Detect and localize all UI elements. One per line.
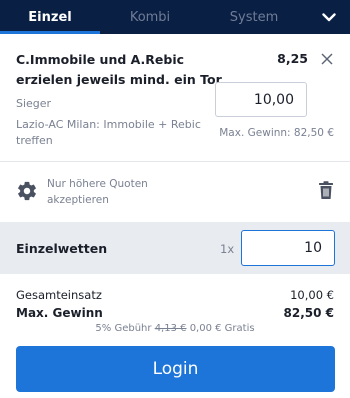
tab-system[interactable]: System bbox=[200, 0, 308, 34]
summary: Gesamteinsatz 10,00 € Max. Gewinn 82,50 … bbox=[0, 274, 350, 338]
close-icon[interactable] bbox=[320, 52, 334, 66]
tab-kombi[interactable]: Kombi bbox=[100, 0, 200, 34]
collapse-button[interactable] bbox=[308, 0, 350, 34]
bet-market: Sieger bbox=[16, 97, 52, 110]
fee-new-value: 0,00 € Gratis bbox=[189, 323, 255, 334]
bet-event: Lazio-AC Milan: Immobile + Rebic treffen bbox=[16, 118, 201, 147]
total-stake-value: 10,00 € bbox=[290, 288, 334, 302]
singles-row: Einzelwetten 1x bbox=[0, 222, 350, 274]
accept-odds-row[interactable]: Nur höhere Quoten akzeptieren bbox=[0, 162, 350, 222]
max-win-value: 82,50 € bbox=[283, 306, 334, 320]
fee-prefix: 5% Gebühr bbox=[95, 323, 152, 334]
login-button[interactable]: Login bbox=[16, 346, 335, 392]
trash-icon[interactable] bbox=[318, 181, 334, 200]
bet-max-win: Max. Gewinn: 82,50 € bbox=[219, 127, 334, 139]
singles-multiplier: 1x bbox=[220, 242, 235, 256]
fee-note: 5% Gebühr 4,13 € 0,00 € Gratis bbox=[0, 323, 350, 334]
bet-card: C.Immobile und A.Rebic erzielen jeweils … bbox=[0, 34, 350, 161]
fee-old-value: 4,13 € bbox=[154, 323, 187, 334]
stake-input[interactable] bbox=[215, 82, 307, 117]
max-win-label: Max. Gewinn bbox=[16, 306, 103, 320]
betslip-tabs: Einzel Kombi System bbox=[0, 0, 350, 34]
bet-odds: 8,25 bbox=[277, 51, 308, 66]
bet-title: C.Immobile und A.Rebic erzielen jeweils … bbox=[16, 52, 222, 87]
gear-icon[interactable] bbox=[16, 180, 38, 202]
singles-stake-input[interactable] bbox=[241, 230, 335, 266]
chevron-down-icon bbox=[322, 12, 336, 21]
tab-einzel[interactable]: Einzel bbox=[0, 0, 100, 34]
accept-odds-label: Nur höhere Quoten akzeptieren bbox=[47, 178, 148, 206]
total-stake-label: Gesamteinsatz bbox=[16, 288, 102, 302]
singles-label: Einzelwetten bbox=[16, 241, 108, 256]
